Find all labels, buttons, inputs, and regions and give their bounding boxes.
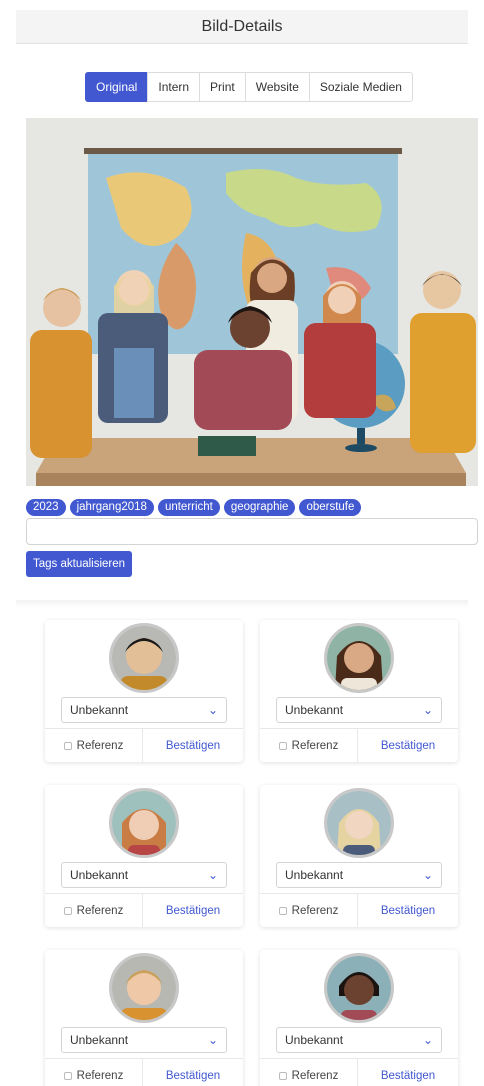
main-photo [26,118,478,486]
face-avatar [324,953,394,1023]
confirm-button[interactable]: Bestätigen [358,729,458,762]
reference-checkbox[interactable] [278,1071,287,1080]
person-select-value: Unbekannt [70,1033,129,1047]
tab-print[interactable]: Print [199,72,246,102]
tab-social-media[interactable]: Soziale Medien [308,72,413,102]
reference-toggle[interactable]: Referenz [45,1059,143,1086]
reference-toggle[interactable]: Referenz [45,894,143,927]
tag-input[interactable] [26,518,478,545]
confirm-button[interactable]: Bestätigen [358,894,458,927]
confirm-button[interactable]: Bestätigen [143,729,243,762]
confirm-button[interactable]: Bestätigen [358,1059,458,1086]
person-select[interactable]: Unbekannt ⌄ [61,862,227,888]
face-card-footer: Referenz Bestätigen [45,1058,243,1086]
confirm-button[interactable]: Bestätigen [143,894,243,927]
face-avatar [324,788,394,858]
page-header: Bild-Details [16,10,468,44]
face-avatar [109,788,179,858]
tab-intern[interactable]: Intern [147,72,201,102]
face-avatar [109,623,179,693]
person-select-value: Unbekannt [285,1033,344,1047]
face-card: Unbekannt ⌄ Referenz Bestätigen [260,785,458,927]
chevron-down-icon: ⌄ [422,1033,433,1047]
tag-chip[interactable]: 2023 [26,499,66,516]
person-select[interactable]: Unbekannt ⌄ [276,1027,442,1053]
face-avatar [109,953,179,1023]
chevron-down-icon: ⌄ [422,703,433,717]
tag-chip[interactable]: jahrgang2018 [69,499,154,516]
reference-checkbox[interactable] [63,906,72,915]
tag-chip[interactable]: geographie [223,499,296,516]
face-card: Unbekannt ⌄ Referenz Bestätigen [260,620,458,762]
chevron-down-icon: ⌄ [207,1033,218,1047]
version-tabs: Original Intern Print Website Soziale Me… [85,72,413,102]
face-card: Unbekannt ⌄ Referenz Bestätigen [260,950,458,1086]
reference-checkbox[interactable] [278,741,287,750]
tag-list: 2023 jahrgang2018 unterricht geographie … [26,499,362,516]
person-select-value: Unbekannt [70,868,129,882]
person-select[interactable]: Unbekannt ⌄ [276,697,442,723]
tab-original[interactable]: Original [85,72,149,102]
reference-checkbox[interactable] [63,741,72,750]
reference-label: Referenz [76,739,124,752]
tab-website[interactable]: Website [244,72,310,102]
chevron-down-icon: ⌄ [207,703,218,717]
classroom-photo-image [26,118,478,486]
reference-checkbox[interactable] [278,906,287,915]
reference-label: Referenz [291,1069,339,1082]
face-card: Unbekannt ⌄ Referenz Bestätigen [45,620,243,762]
page-title: Bild-Details [201,17,283,35]
person-select[interactable]: Unbekannt ⌄ [61,697,227,723]
face-card: Unbekannt ⌄ Referenz Bestätigen [45,785,243,927]
person-select[interactable]: Unbekannt ⌄ [276,862,442,888]
face-card: Unbekannt ⌄ Referenz Bestätigen [45,950,243,1086]
person-select-value: Unbekannt [70,703,129,717]
reference-label: Referenz [291,904,339,917]
reference-toggle[interactable]: Referenz [45,729,143,762]
reference-toggle[interactable]: Referenz [260,894,358,927]
face-card-footer: Referenz Bestätigen [260,728,458,762]
face-card-footer: Referenz Bestätigen [260,1058,458,1086]
tag-chip[interactable]: unterricht [157,499,220,516]
reference-checkbox[interactable] [63,1071,72,1080]
chevron-down-icon: ⌄ [422,868,433,882]
face-card-footer: Referenz Bestätigen [45,728,243,762]
tag-chip[interactable]: oberstufe [299,499,362,516]
face-avatar [324,623,394,693]
face-card-footer: Referenz Bestätigen [260,893,458,927]
reference-label: Referenz [76,1069,124,1082]
reference-toggle[interactable]: Referenz [260,729,358,762]
chevron-down-icon: ⌄ [207,868,218,882]
reference-toggle[interactable]: Referenz [260,1059,358,1086]
reference-label: Referenz [76,904,124,917]
person-select[interactable]: Unbekannt ⌄ [61,1027,227,1053]
update-tags-button[interactable]: Tags aktualisieren [26,551,133,577]
reference-label: Referenz [291,739,339,752]
face-card-footer: Referenz Bestätigen [45,893,243,927]
section-divider [16,600,468,608]
person-select-value: Unbekannt [285,703,344,717]
person-select-value: Unbekannt [285,868,344,882]
confirm-button[interactable]: Bestätigen [143,1059,243,1086]
